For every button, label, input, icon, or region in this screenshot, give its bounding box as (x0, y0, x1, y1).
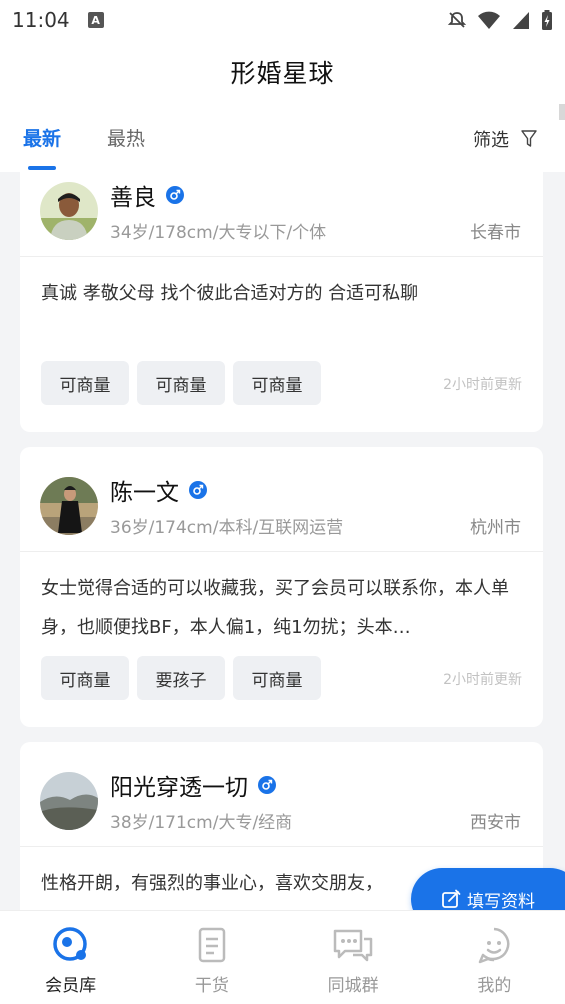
tag: 可商量 (137, 361, 225, 405)
nav-label: 我的 (477, 976, 512, 996)
member-card[interactable]: 陈一文 36岁/174cm/本科/互联网运营 杭州市 女士觉得合适的可以收藏我，… (20, 447, 543, 727)
member-info: 36岁/174cm/本科/互联网运营 (110, 518, 344, 538)
nav-member-library[interactable]: 会员库 (0, 911, 141, 1004)
male-verified-icon (258, 776, 276, 794)
scroll-indicator (559, 104, 565, 120)
tag: 要孩子 (137, 656, 225, 700)
bottom-nav: 会员库 干货 同城群 我的 (0, 910, 565, 1004)
wifi-icon (478, 11, 500, 29)
card-divider (20, 551, 543, 552)
status-bar: 11:04 A (0, 0, 565, 40)
tag: 可商量 (233, 361, 321, 405)
filter-button[interactable]: 筛选 (473, 126, 537, 152)
member-info: 34岁/178cm/大专以下/个体 (110, 223, 327, 243)
tab-latest[interactable]: 最新 (23, 124, 61, 151)
member-bio: 真诚 孝敬父母 找个彼此合适对方的 合适可私聊 (41, 283, 419, 304)
edit-icon (442, 889, 461, 908)
member-bio: 女士觉得合适的可以收藏我，买了会员可以联系你，本人单身，也顺便找BF，本人偏1，… (41, 578, 509, 638)
name-row: 善良 (110, 178, 184, 212)
tag: 可商量 (41, 656, 129, 700)
document-icon (198, 927, 226, 963)
chat-bubbles-icon (333, 929, 373, 962)
tag-list: 可商量 可商量 可商量 (41, 361, 321, 405)
nav-resources[interactable]: 干货 (141, 911, 282, 1004)
member-library-icon (52, 927, 87, 961)
tag: 可商量 (41, 361, 129, 405)
avatar[interactable] (40, 477, 98, 535)
member-info: 38岁/171cm/大专/经商 (110, 813, 293, 833)
male-verified-icon (166, 186, 184, 204)
member-city: 西安市 (470, 813, 521, 833)
member-name: 陈一文 (110, 480, 179, 506)
name-row: 阳光穿透一切 (110, 768, 276, 802)
nav-profile[interactable]: 我的 (424, 911, 565, 1004)
page-title: 形婚星球 (230, 59, 335, 88)
member-name: 善良 (110, 185, 156, 211)
fill-profile-label: 填写资料 (467, 891, 535, 912)
title-bar: 形婚星球 (0, 40, 565, 104)
updated-time: 2小时前更新 (443, 672, 522, 688)
updated-time: 2小时前更新 (443, 377, 522, 393)
status-time: 11:04 (12, 8, 70, 32)
active-tab-indicator (28, 166, 56, 170)
avatar[interactable] (40, 182, 98, 240)
battery-charging-icon (542, 10, 552, 30)
tab-hot[interactable]: 最热 (107, 124, 145, 151)
member-card[interactable]: 善良 34岁/178cm/大专以下/个体 长春市 真诚 孝敬父母 找个彼此合适对… (20, 172, 543, 432)
card-divider (20, 256, 543, 257)
nav-label: 会员库 (45, 976, 97, 996)
member-feed[interactable]: 善良 34岁/178cm/大专以下/个体 长春市 真诚 孝敬父母 找个彼此合适对… (0, 172, 565, 910)
cellular-signal-icon (513, 12, 529, 29)
keyboard-indicator-icon: A (87, 12, 104, 28)
notifications-off-icon (447, 12, 467, 28)
profile-face-icon (479, 927, 510, 964)
tag-list: 可商量 要孩子 可商量 (41, 656, 321, 700)
member-city: 长春市 (470, 223, 521, 243)
filter-label: 筛选 (473, 130, 509, 151)
name-row: 陈一文 (110, 473, 207, 507)
status-icons (447, 9, 553, 31)
avatar[interactable] (40, 772, 98, 830)
member-name: 阳光穿透一切 (110, 775, 248, 801)
filter-funnel-icon (521, 130, 537, 147)
nav-label: 同城群 (327, 976, 379, 996)
card-divider (20, 846, 543, 847)
tab-bar: 最新 最热 筛选 (0, 104, 565, 172)
nav-local-groups[interactable]: 同城群 (283, 911, 424, 1004)
male-verified-icon (189, 481, 207, 499)
tag: 可商量 (233, 656, 321, 700)
nav-label: 干货 (194, 976, 229, 996)
member-city: 杭州市 (470, 518, 521, 538)
